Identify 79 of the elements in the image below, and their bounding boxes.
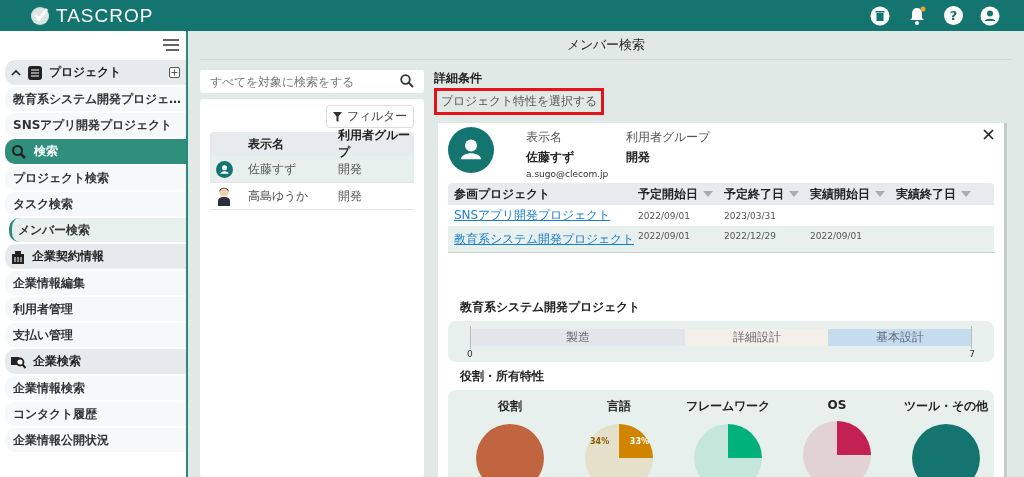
field-label: 利用者グループ xyxy=(626,129,712,146)
timeline-bar: 製造 xyxy=(471,329,686,346)
column-header[interactable]: 実績終了日 xyxy=(896,185,956,203)
project-link[interactable]: 教育系システム開発プロジェクト xyxy=(454,231,634,248)
member-group: 開発 xyxy=(338,187,414,205)
pie-title: 言語 xyxy=(607,398,631,415)
pie-title: 役割 xyxy=(498,398,522,415)
building-search-icon xyxy=(11,354,26,369)
group-label: 企業検索 xyxy=(33,353,82,370)
section-label: 詳細条件 xyxy=(434,70,483,87)
trash-icon[interactable] xyxy=(870,5,890,26)
building-icon xyxy=(11,249,25,264)
pie-title: ツール・その他 xyxy=(904,398,988,415)
pie-title: フレームワーク xyxy=(686,398,770,415)
page-title: メンバー検索 xyxy=(200,31,1012,60)
member-email: a.sugo@clecom.jp xyxy=(526,169,610,179)
filter-button[interactable]: フィルター xyxy=(326,105,414,128)
sidebar-group[interactable]: 企業契約情報 xyxy=(5,244,186,269)
table-cell-text: 2023/03/31 xyxy=(724,210,777,221)
sidebar-item[interactable]: メンバー検索 xyxy=(9,218,186,242)
field-label: 表示名 xyxy=(526,129,563,146)
timeline-bar: 詳細設計 xyxy=(685,329,829,346)
column-header[interactable]: 参画プロジェクト xyxy=(454,185,550,203)
axis-tick-label: 7 xyxy=(969,349,975,359)
axis-tick-label: 0 xyxy=(467,349,473,359)
sidebar-group[interactable]: プロジェクト xyxy=(5,60,186,85)
table-cell-text: 2022/09/01 xyxy=(638,231,691,241)
logo-check-icon xyxy=(30,5,50,26)
sidebar-item[interactable]: コンタクト履歴 xyxy=(5,402,186,426)
sidebar-group[interactable]: 企業検索 xyxy=(5,349,186,374)
filter-icon xyxy=(333,111,342,122)
close-icon[interactable] xyxy=(983,129,994,140)
percent-label: 33% xyxy=(629,437,649,446)
avatar-icon xyxy=(448,127,494,173)
list-icon xyxy=(28,65,42,80)
group-label: 検索 xyxy=(34,143,59,160)
sidebar-item[interactable]: 教育系システム開発プロジェ… xyxy=(5,87,186,111)
table-cell-text: 2022/09/01 xyxy=(638,210,691,221)
search-field[interactable]: すべてを対象に検索をする xyxy=(200,70,424,93)
table-cell-text: 2022/12/29 xyxy=(724,231,777,241)
group-label: 企業契約情報 xyxy=(32,248,105,265)
column-header: 表示名 xyxy=(247,135,285,153)
help-icon[interactable]: ? xyxy=(944,6,963,25)
sidebar-item[interactable]: プロジェクト検索 xyxy=(5,166,186,190)
column-header[interactable]: 実績開始日 xyxy=(810,185,870,203)
logo-text: TASCROP xyxy=(56,4,154,27)
member-group: 開発 xyxy=(338,160,414,178)
member-row[interactable]: 高島ゆうか 開発 xyxy=(210,183,414,210)
column-header[interactable]: 予定終了日 xyxy=(724,185,784,203)
group-label: プロジェクト xyxy=(49,64,122,81)
timeline-bar: 基本設計 xyxy=(828,329,971,346)
chevron-icon[interactable] xyxy=(11,69,21,76)
select-traits-button[interactable]: プロジェクト特性を選択する xyxy=(434,88,604,115)
column-header[interactable]: 予定開始日 xyxy=(638,185,698,203)
person-silhouette-icon xyxy=(218,186,230,206)
menu-icon[interactable] xyxy=(163,38,179,51)
project-link[interactable]: SNSアプリ開発プロジェクト xyxy=(454,207,611,224)
sidebar-item[interactable]: 企業情報編集 xyxy=(5,271,186,295)
sidebar-item[interactable]: SNSアプリ開発プロジェクト xyxy=(5,113,186,137)
member-group: 開発 xyxy=(626,149,726,166)
search-icon[interactable] xyxy=(400,74,414,88)
section-title: 役割・所有特性 xyxy=(459,368,545,385)
sidebar-item[interactable]: 企業情報検索 xyxy=(5,376,186,400)
member-name: 佐藤すず xyxy=(247,160,297,178)
sidebar-item[interactable]: 支払い管理 xyxy=(5,323,186,347)
sidebar-item[interactable]: 企業情報公開状況 xyxy=(5,428,186,452)
account-icon[interactable] xyxy=(980,5,1000,26)
member-name: 佐藤すず xyxy=(526,149,575,166)
sidebar-item[interactable]: タスク検索 xyxy=(5,192,186,216)
table-cell-text: 2022/09/01 xyxy=(810,231,863,241)
percent-label: 34% xyxy=(590,437,610,446)
search-icon xyxy=(11,143,27,160)
sidebar-item[interactable]: 利用者管理 xyxy=(5,297,186,321)
member-name: 高島ゆうか xyxy=(247,187,309,205)
add-icon[interactable] xyxy=(169,67,180,78)
sidebar-group[interactable]: 検索 xyxy=(5,139,186,164)
chart-title: 教育系システム開発プロジェクト xyxy=(459,299,641,316)
pie-title: OS xyxy=(827,398,847,412)
avatar-icon xyxy=(215,160,233,178)
